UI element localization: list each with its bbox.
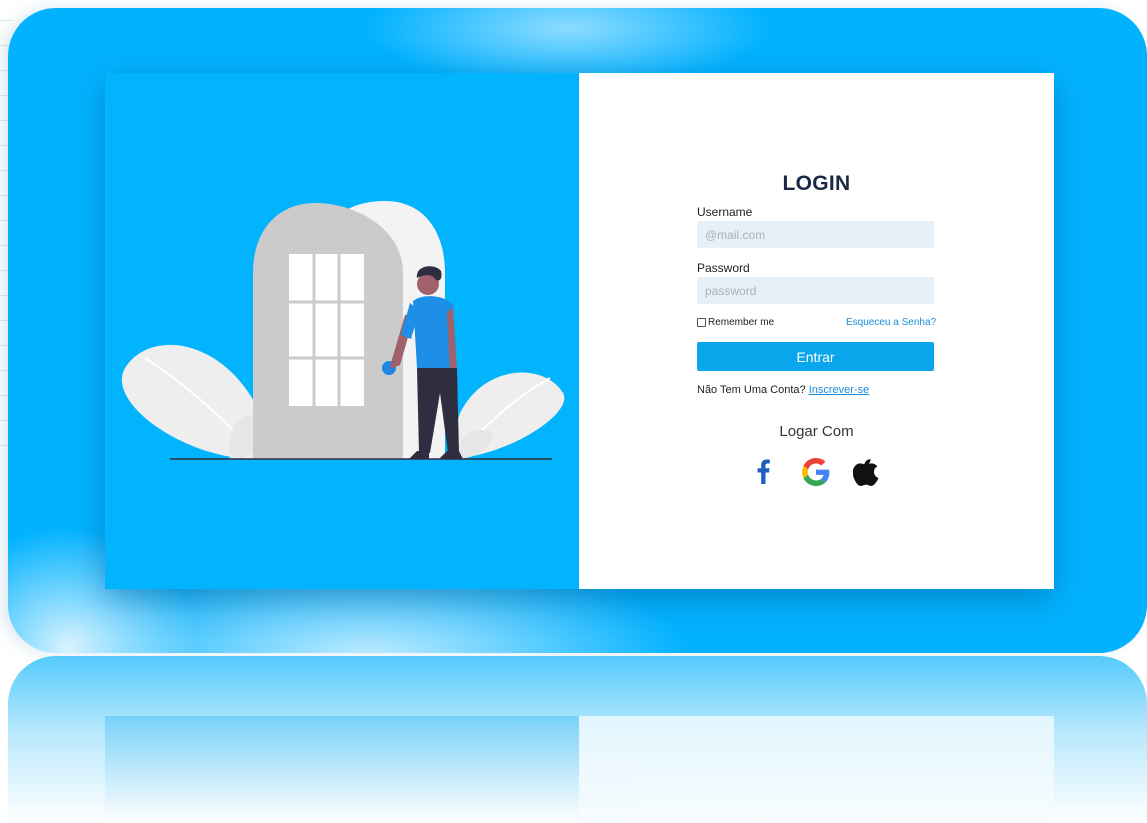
social-login-title: Logar Com [779, 423, 854, 440]
signup-prompt: Não Tem Uma Conta? [697, 384, 806, 396]
google-icon[interactable] [802, 458, 830, 486]
login-card: LOGIN Username Password Remember me Esqu… [105, 73, 1054, 589]
login-button[interactable]: Entrar [697, 342, 934, 371]
illustration-panel [105, 73, 579, 589]
apple-icon[interactable] [853, 458, 879, 486]
reflection-card [105, 716, 1054, 823]
signup-link[interactable]: Inscrever-se [809, 384, 870, 396]
login-title: LOGIN [782, 172, 851, 195]
login-form-panel: LOGIN Username Password Remember me Esqu… [579, 73, 1054, 589]
remember-checkbox[interactable] [697, 318, 706, 327]
password-label: Password [697, 261, 750, 275]
facebook-icon[interactable] [755, 458, 771, 484]
forgot-password-link[interactable]: Esqueceu a Senha? [846, 317, 936, 328]
password-input[interactable] [697, 277, 934, 304]
remember-label: Remember me [708, 317, 775, 328]
remember-me[interactable]: Remember me [697, 317, 774, 328]
card-reflection [8, 656, 1147, 823]
door-illustration [121, 201, 565, 460]
signup-row: Não Tem Uma Conta? Inscrever-se [697, 384, 869, 396]
username-input[interactable] [697, 221, 934, 248]
username-label: Username [697, 205, 753, 219]
